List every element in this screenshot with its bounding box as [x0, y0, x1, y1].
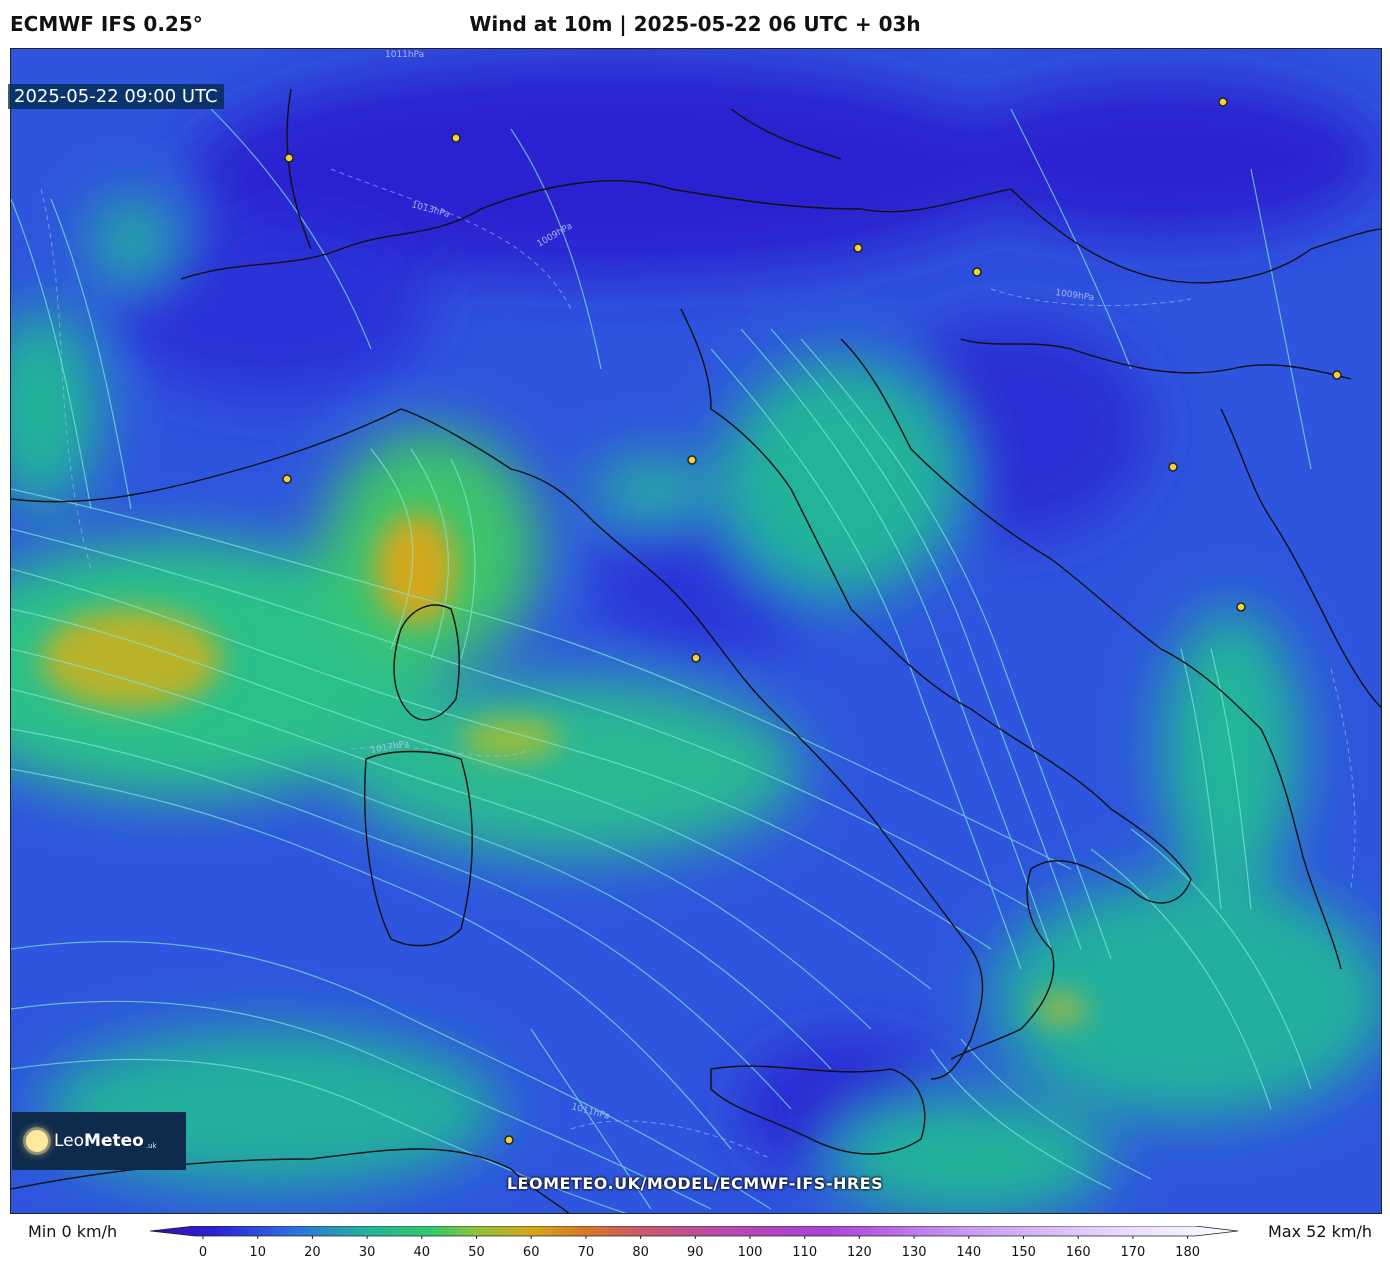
- wind-speed-colorbar: 0 10 20 30 40 50 60 70 80 90 100 110 120 130 140 150 160…: [150, 1226, 1239, 1260]
- colorbar-tick-label: 170: [1120, 1245, 1145, 1260]
- logo-text: LeoMeteo: [54, 1131, 144, 1151]
- colorbar-tick-label: 150: [1011, 1245, 1036, 1260]
- valid-time-badge: 2025-05-22 09:00 UTC: [8, 84, 224, 109]
- colorbar-tick-label: 20: [304, 1245, 321, 1260]
- city-marker: [1168, 462, 1178, 472]
- colorbar-tick-label: 130: [902, 1245, 927, 1260]
- colorbar-tick-label: 60: [523, 1245, 540, 1260]
- colorbar-tick-label: 90: [687, 1245, 704, 1260]
- colorbar-tick-label: 0: [199, 1245, 207, 1260]
- legend-max-label: Max 52 km/h: [1268, 1222, 1372, 1241]
- wind-map-canvas: 1011hPa 1013hPa 1009hPa 1009hPa 1011hPa …: [11, 49, 1381, 1213]
- leometeo-logo[interactable]: LeoMeteo .uk: [12, 1112, 186, 1170]
- legend-min-label: Min 0 km/h: [28, 1222, 118, 1241]
- city-marker: [504, 1135, 514, 1145]
- colorbar-tick-label: 120: [847, 1245, 872, 1260]
- isobar-label: 1011hPa: [385, 50, 424, 60]
- source-url: LEOMETEO.UK/MODEL/ECMWF-IFS-HRES: [506, 1174, 884, 1193]
- city-marker: [972, 267, 982, 277]
- colorbar-tick-label: 30: [359, 1245, 376, 1260]
- colorbar-tick-label: 50: [468, 1245, 485, 1260]
- city-marker: [282, 474, 292, 484]
- wind-map[interactable]: 1011hPa 1013hPa 1009hPa 1009hPa 1011hPa …: [10, 48, 1382, 1214]
- city-marker: [691, 653, 701, 663]
- colorbar-tick-label: 140: [956, 1245, 981, 1260]
- logo-suffix: .uk: [145, 1142, 157, 1150]
- sun-icon: [26, 1130, 48, 1152]
- colorbar-tick-label: 40: [414, 1245, 431, 1260]
- city-marker: [451, 133, 461, 143]
- colorbar-gradient: [150, 1226, 1239, 1237]
- city-marker: [284, 153, 294, 163]
- colorbar-tick-label: 110: [792, 1245, 817, 1260]
- city-marker: [1218, 97, 1228, 107]
- colorbar-tick-label: 10: [249, 1245, 266, 1260]
- colorbar-tick-label: 100: [738, 1245, 763, 1260]
- city-marker: [687, 455, 697, 465]
- city-marker: [1332, 370, 1342, 380]
- city-marker: [853, 243, 863, 253]
- colorbar-ticks: 0 10 20 30 40 50 60 70 80 90 100 110 120 130 140 150 160…: [199, 1236, 1200, 1260]
- colorbar-tick-label: 160: [1066, 1245, 1091, 1260]
- colorbar-tick-label: 70: [578, 1245, 595, 1260]
- chart-title: Wind at 10m | 2025-05-22 06 UTC + 03h: [469, 12, 921, 36]
- colorbar-tick-label: 180: [1175, 1245, 1200, 1260]
- colorbar-tick-label: 80: [632, 1245, 649, 1260]
- city-marker: [1236, 602, 1246, 612]
